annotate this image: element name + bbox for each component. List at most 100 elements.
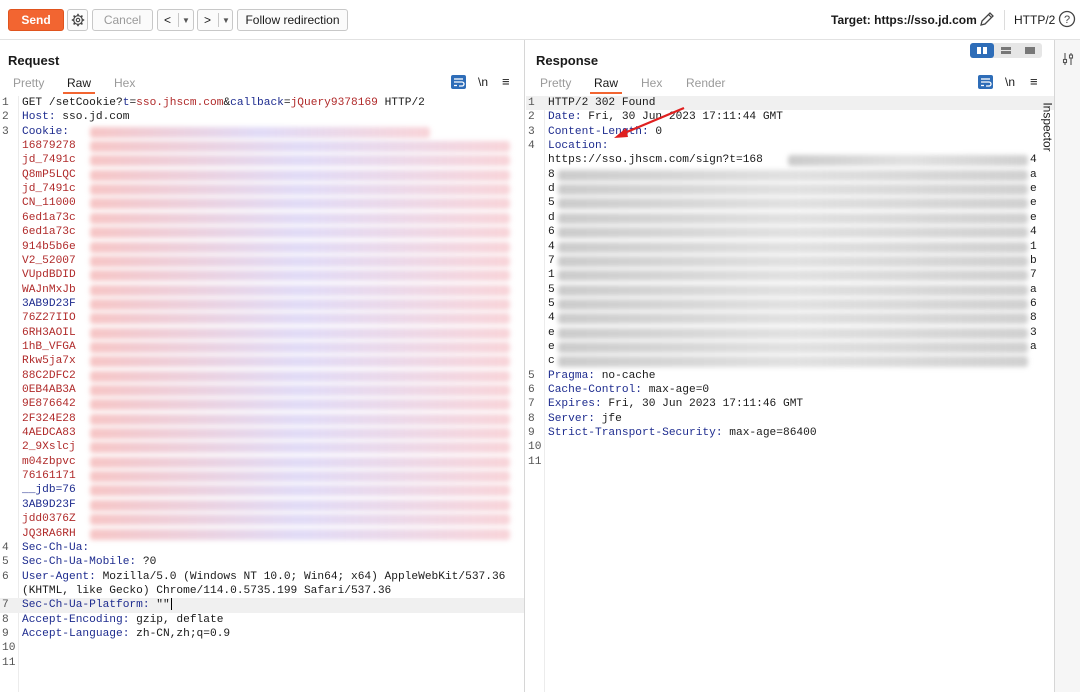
code-line[interactable]: 914b5b6e xyxy=(0,240,524,254)
code-line[interactable]: 64 xyxy=(526,225,1054,239)
code-line[interactable]: 7 Expires: Fri, 30 Jun 2023 17:11:46 GMT xyxy=(526,397,1054,411)
button-separator xyxy=(218,13,219,27)
tab-pretty[interactable]: Pretty xyxy=(540,76,571,90)
code-line[interactable]: e3 xyxy=(526,326,1054,340)
code-line[interactable]: V2_52007 xyxy=(0,254,524,268)
pencil-icon[interactable] xyxy=(978,10,996,28)
tab-raw[interactable]: Raw xyxy=(589,76,623,94)
menu-icon[interactable]: ≡ xyxy=(502,74,510,89)
code-line[interactable]: 8a xyxy=(526,168,1054,182)
code-line[interactable]: JQ3RA6RH xyxy=(0,527,524,541)
code-line[interactable]: 41 xyxy=(526,240,1054,254)
menu-icon[interactable]: ≡ xyxy=(1030,74,1038,89)
tab-pretty[interactable]: Pretty xyxy=(13,76,44,90)
code-line[interactable]: VUpdBDID xyxy=(0,268,524,282)
inspector-tab[interactable]: Inspector xyxy=(1041,80,1079,180)
code-line[interactable]: jdd0376Z xyxy=(0,512,524,526)
code-line[interactable]: 0EB4AB3A xyxy=(0,383,524,397)
dropdown-icon[interactable]: ▼ xyxy=(222,16,230,25)
code-line[interactable]: 2F324E28 xyxy=(0,412,524,426)
forward-button[interactable]: > ▼ xyxy=(197,9,233,31)
code-line[interactable]: 1hB_VFGA xyxy=(0,340,524,354)
code-line[interactable]: c xyxy=(526,354,1054,368)
code-line[interactable]: 2 Host: sso.jd.com xyxy=(0,110,524,124)
cancel-button[interactable]: Cancel xyxy=(92,9,153,31)
code-line[interactable]: 76161171 xyxy=(0,469,524,483)
code-line[interactable]: 6ed1a73c xyxy=(0,211,524,225)
newline-toggle[interactable]: \n xyxy=(1005,75,1015,89)
header-name: Date: xyxy=(548,111,582,124)
code-line[interactable]: 6ed1a73c xyxy=(0,225,524,239)
tab-hex[interactable]: Hex xyxy=(641,76,662,90)
code-line[interactable]: 7b xyxy=(526,254,1054,268)
code-line[interactable]: 4AEDCA83 xyxy=(0,426,524,440)
code-line[interactable]: 76Z27IIO xyxy=(0,311,524,325)
code-line[interactable]: WAJnMxJb xyxy=(0,283,524,297)
code-line[interactable]: 3 Cookie: xyxy=(0,125,524,139)
code-line[interactable]: 10 xyxy=(0,641,524,655)
response-editor[interactable]: 1 HTTP/2 302 Found 2 Date: Fri, 30 Jun 2023… xyxy=(526,96,1054,692)
tabbed-layout-icon[interactable] xyxy=(1018,43,1042,58)
code-line[interactable]: (KHTML, like Gecko) Chrome/114.0.5735.19… xyxy=(0,584,524,598)
code-line[interactable]: 6 User-Agent: Mozilla/5.0 (Windows NT 10.… xyxy=(0,570,524,584)
code-line[interactable]: 5a xyxy=(526,283,1054,297)
dropdown-icon[interactable]: ▼ xyxy=(182,16,190,25)
code-line[interactable]: 8 Accept-Encoding: gzip, deflate xyxy=(0,613,524,627)
redacted-value xyxy=(90,456,510,468)
settings-button[interactable] xyxy=(67,9,88,31)
request-tabs: Pretty Raw Hex xyxy=(0,74,524,94)
tab-hex[interactable]: Hex xyxy=(114,76,135,90)
code-line[interactable]: 11 xyxy=(526,455,1054,469)
code-line[interactable]: jd_7491c xyxy=(0,182,524,196)
request-editor[interactable]: 1 GET /setCookie?t=sso.jhscm.com&callback… xyxy=(0,96,524,692)
code-line[interactable]: 5 Sec-Ch-Ua-Mobile: ?0 xyxy=(0,555,524,569)
code-line[interactable]: Q8mP5LQC xyxy=(0,168,524,182)
code-line[interactable]: 10 xyxy=(526,440,1054,454)
sliders-icon[interactable] xyxy=(1061,52,1075,66)
code-line[interactable]: https://sso.jhscm.com/sign?t=168 4 xyxy=(526,153,1054,167)
follow-redirection-button[interactable]: Follow redirection xyxy=(237,9,348,31)
back-button[interactable]: < ▼ xyxy=(157,9,194,31)
code-line[interactable]: de xyxy=(526,211,1054,225)
code-line[interactable]: Rkw5ja7x xyxy=(0,354,524,368)
code-line[interactable]: 3AB9D23F xyxy=(0,498,524,512)
line-number: 9 xyxy=(2,627,9,640)
code-line[interactable]: 9E876642 xyxy=(0,397,524,411)
wrap-lines-icon[interactable] xyxy=(978,75,993,89)
http-version-label[interactable]: HTTP/2 xyxy=(1014,13,1055,27)
tab-render[interactable]: Render xyxy=(686,76,725,90)
code-line[interactable]: 6RH3AOIL xyxy=(0,326,524,340)
code-line[interactable]: 7 Sec-Ch-Ua-Platform: "" xyxy=(0,598,524,613)
code-line[interactable]: 17 xyxy=(526,268,1054,282)
code-line[interactable]: 9 Strict-Transport-Security: max-age=8640… xyxy=(526,426,1054,440)
code-line[interactable]: 56 xyxy=(526,297,1054,311)
tab-raw[interactable]: Raw xyxy=(62,76,96,94)
code-line[interactable]: __jdb=76 xyxy=(0,483,524,497)
code-line[interactable]: m04zbpvc xyxy=(0,455,524,469)
stacked-layout-icon[interactable] xyxy=(994,43,1018,58)
newline-toggle[interactable]: \n xyxy=(478,75,488,89)
code-line[interactable]: de xyxy=(526,182,1054,196)
code-line[interactable]: 8 Server: jfe xyxy=(526,412,1054,426)
wrap-lines-icon[interactable] xyxy=(451,75,466,89)
inspector-sidebar[interactable]: Inspector xyxy=(1041,40,1080,692)
code-line[interactable]: 9 Accept-Language: zh-CN,zh;q=0.9 xyxy=(0,627,524,641)
code-line[interactable]: 6 Cache-Control: max-age=0 xyxy=(526,383,1054,397)
code-line[interactable]: jd_7491c xyxy=(0,153,524,167)
code-line[interactable]: 1 GET /setCookie?t=sso.jhscm.com&callback… xyxy=(0,96,524,110)
code-line[interactable]: 5 Pragma: no-cache xyxy=(526,369,1054,383)
code-line[interactable]: 11 xyxy=(0,656,524,670)
code-line[interactable]: 5e xyxy=(526,196,1054,210)
code-line[interactable]: 3AB9D23F xyxy=(0,297,524,311)
code-line[interactable]: CN_11000 xyxy=(0,196,524,210)
send-button[interactable]: Send xyxy=(8,9,64,31)
code-line[interactable]: 4 Sec-Ch-Ua: xyxy=(0,541,524,555)
code-line[interactable]: ea xyxy=(526,340,1054,354)
code-line[interactable]: 2_9Xslcj xyxy=(0,440,524,454)
code-line[interactable]: 88C2DFC2 xyxy=(0,369,524,383)
code-line[interactable]: 16879278 xyxy=(0,139,524,153)
code-line[interactable]: 48 xyxy=(526,311,1054,325)
side-by-side-layout-icon[interactable] xyxy=(970,43,994,58)
line-number: 7 xyxy=(2,599,9,612)
help-icon[interactable]: ? xyxy=(1058,10,1076,28)
